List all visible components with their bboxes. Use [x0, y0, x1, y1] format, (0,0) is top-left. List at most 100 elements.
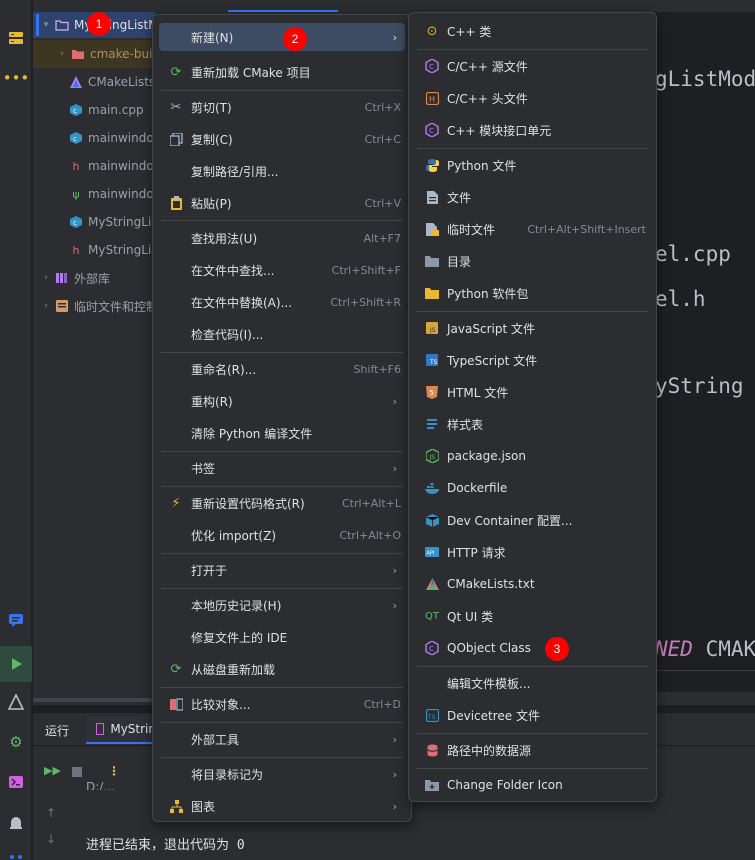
new-cmakelists[interactable]: CMakeLists.txt — [415, 570, 650, 598]
menu-item-rename[interactable]: 重命名(R)... Shift+F6 — [159, 355, 405, 383]
menu-item-replace-in-files[interactable]: 在文件中替换(A)... Ctrl+Shift+R — [159, 288, 405, 316]
menu-label: 粘贴(P) — [191, 196, 232, 211]
horizontal-scrollbar[interactable] — [33, 698, 155, 702]
new-python-file[interactable]: Python 文件 — [415, 151, 650, 179]
menu-item-reload-cmake[interactable]: ⟳ 重新加载 CMake 项目 — [159, 58, 405, 86]
new-devicetree-file[interactable]: TS Devicetree 文件 — [415, 701, 650, 729]
more-icon[interactable]: ••• — [2, 64, 30, 92]
new-stylesheet[interactable]: 样式表 — [415, 410, 650, 438]
git-icon[interactable] — [2, 846, 30, 860]
menu-item-reload-from-disk[interactable]: ⟳ 从磁盘重新加载 — [159, 655, 405, 683]
tab-run[interactable]: 运行 — [45, 722, 69, 739]
menu-item-inspect-code[interactable]: 检查代码(I)... — [159, 320, 405, 348]
tab-run-config[interactable]: MyStrin — [86, 716, 156, 744]
new-qobject-class[interactable]: C QObject Class — [415, 634, 650, 662]
nodejs-icon: JS — [421, 449, 443, 463]
chat-icon[interactable] — [2, 606, 30, 634]
tree-item-scratches[interactable]: › 临时文件和控制 — [40, 292, 158, 320]
new-directory[interactable]: 目录 — [415, 247, 650, 275]
problems-icon[interactable] — [2, 808, 30, 836]
svg-text:C: C — [429, 645, 434, 653]
new-html-file[interactable]: 5 HTML 文件 — [415, 378, 650, 406]
menu-item-new[interactable]: 新建(N) › — [159, 23, 405, 51]
css-icon — [421, 418, 443, 430]
menu-item-optimize-imports[interactable]: 优化 import(Z) Ctrl+Alt+O — [159, 521, 405, 549]
scratches-icon — [55, 299, 69, 313]
python-icon — [421, 158, 443, 172]
tree-item-label: mainwindo — [88, 159, 154, 173]
new-qt-ui-class[interactable]: QT Qt UI 类 — [415, 602, 650, 630]
menu-item-repair-ide[interactable]: 修复文件上的 IDE — [159, 623, 405, 651]
new-http-request[interactable]: API HTTP 请求 — [415, 538, 650, 566]
new-cpp-module-interface[interactable]: C C++ 模块接口单元 — [415, 116, 650, 144]
menu-separator — [161, 687, 403, 688]
menu-label: 在文件中查找... — [191, 263, 275, 278]
menu-label: package.json — [447, 449, 527, 463]
cmake-icon[interactable] — [2, 688, 30, 716]
menu-item-open-in[interactable]: 打开于 › — [159, 556, 405, 584]
project-icon[interactable] — [2, 24, 30, 52]
rerun-icon[interactable]: ▶▶ — [44, 764, 61, 777]
tree-item-mainwindow-h[interactable]: h mainwindo — [66, 152, 154, 180]
menu-item-copy-path[interactable]: 复制路径/引用... — [159, 157, 405, 185]
tree-item-main-cpp[interactable]: c main.cpp — [66, 96, 144, 124]
menu-item-mark-directory-as[interactable]: 将目录标记为 › — [159, 760, 405, 788]
tree-item-external-libraries[interactable]: › 外部库 — [40, 264, 110, 292]
submenu-arrow-icon: › — [392, 30, 397, 44]
new-c-cpp-header[interactable]: H C/C++ 头文件 — [415, 84, 650, 112]
edit-file-templates[interactable]: 编辑文件模板... — [415, 669, 650, 697]
menu-item-copy[interactable]: 复制(C) Ctrl+C — [159, 125, 405, 153]
scroll-down-icon[interactable]: ↓ — [46, 832, 56, 846]
settings-icon[interactable]: ⚙ — [2, 728, 30, 756]
tree-item-mainwindow-cpp[interactable]: c mainwindo — [66, 124, 154, 152]
run-icon[interactable] — [0, 646, 32, 682]
tree-item-label: mainwindo — [88, 187, 154, 201]
new-dockerfile[interactable]: Dockerfile — [415, 474, 650, 502]
menu-label: 本地历史记录(H) — [191, 598, 282, 613]
new-submenu: ⊙ C++ 类 C C/C++ 源文件 H C/C++ 头文件 C C++ 模块接口单元… — [408, 12, 657, 802]
menu-label: 清除 Python 编译文件 — [191, 426, 313, 441]
stop-icon[interactable] — [72, 767, 82, 777]
tree-item-mystringlistmodel-cpp[interactable]: c MyStringLi — [66, 208, 151, 236]
tree-item-cmakelists[interactable]: CMakeLists — [66, 68, 155, 96]
menu-item-paste[interactable]: 粘贴(P) Ctrl+V — [159, 189, 405, 217]
new-javascript-file[interactable]: JS JavaScript 文件 — [415, 314, 650, 342]
change-folder-icon[interactable]: Change Folder Icon — [415, 771, 650, 799]
new-cpp-class[interactable]: ⊙ C++ 类 — [415, 17, 650, 45]
menu-item-diagrams[interactable]: 图表 › — [159, 792, 405, 820]
new-file[interactable]: 文件 — [415, 183, 650, 211]
devicetree-icon: TS — [421, 708, 443, 722]
new-python-package[interactable]: Python 软件包 — [415, 279, 650, 307]
activity-bar: ••• ⚙ — [0, 0, 32, 860]
new-package-json[interactable]: JS package.json — [415, 442, 650, 470]
menu-item-local-history[interactable]: 本地历史记录(H) › — [159, 591, 405, 619]
scroll-up-icon[interactable]: ↑ — [46, 806, 56, 820]
menu-item-clean-python[interactable]: 清除 Python 编译文件 — [159, 419, 405, 447]
terminal-icon[interactable] — [2, 768, 30, 796]
new-data-source-in-path[interactable]: 路径中的数据源 — [415, 736, 650, 764]
code-editor[interactable]: gListMod el.cpp el.h yString — [655, 12, 755, 692]
tree-item-mystringlistmodel-h[interactable]: h MyStringLi — [66, 236, 152, 264]
tree-item-cmake-build[interactable]: › cmake-buil — [56, 40, 156, 68]
new-c-cpp-source[interactable]: C C/C++ 源文件 — [415, 52, 650, 80]
tree-item-mainwindow-ui[interactable]: ψ mainwindo — [66, 180, 154, 208]
menu-item-find-usages[interactable]: 查找用法(U) Alt+F7 — [159, 224, 405, 252]
menu-shortcut: Ctrl+X — [364, 100, 401, 114]
menu-item-refactor[interactable]: 重构(R) › — [159, 387, 405, 415]
menu-item-compare-with[interactable]: 比较对象... Ctrl+D — [159, 690, 405, 718]
menu-item-cut[interactable]: ✂ 剪切(T) Ctrl+X — [159, 93, 405, 121]
new-scratch-file[interactable]: 临时文件 Ctrl+Alt+Shift+Insert — [415, 215, 650, 243]
dev-container-icon — [421, 513, 443, 527]
new-dev-container-config[interactable]: Dev Container 配置... — [415, 506, 650, 534]
menu-item-find-in-files[interactable]: 在文件中查找... Ctrl+Shift+F — [159, 256, 405, 284]
code-line: gListMod — [655, 67, 755, 91]
svg-text:C: C — [429, 63, 434, 71]
menu-label: C++ 模块接口单元 — [447, 123, 552, 138]
keyword-fragment: NED — [655, 637, 693, 661]
new-typescript-file[interactable]: TS TypeScript 文件 — [415, 346, 650, 374]
menu-label: TypeScript 文件 — [447, 353, 538, 368]
menu-item-bookmarks[interactable]: 书签 › — [159, 454, 405, 482]
menu-item-external-tools[interactable]: 外部工具 › — [159, 725, 405, 753]
menu-item-reformat-code[interactable]: ⚡ 重新设置代码格式(R) Ctrl+Alt+L — [159, 489, 405, 517]
more-vertical-icon[interactable]: ⋮ — [108, 764, 120, 778]
